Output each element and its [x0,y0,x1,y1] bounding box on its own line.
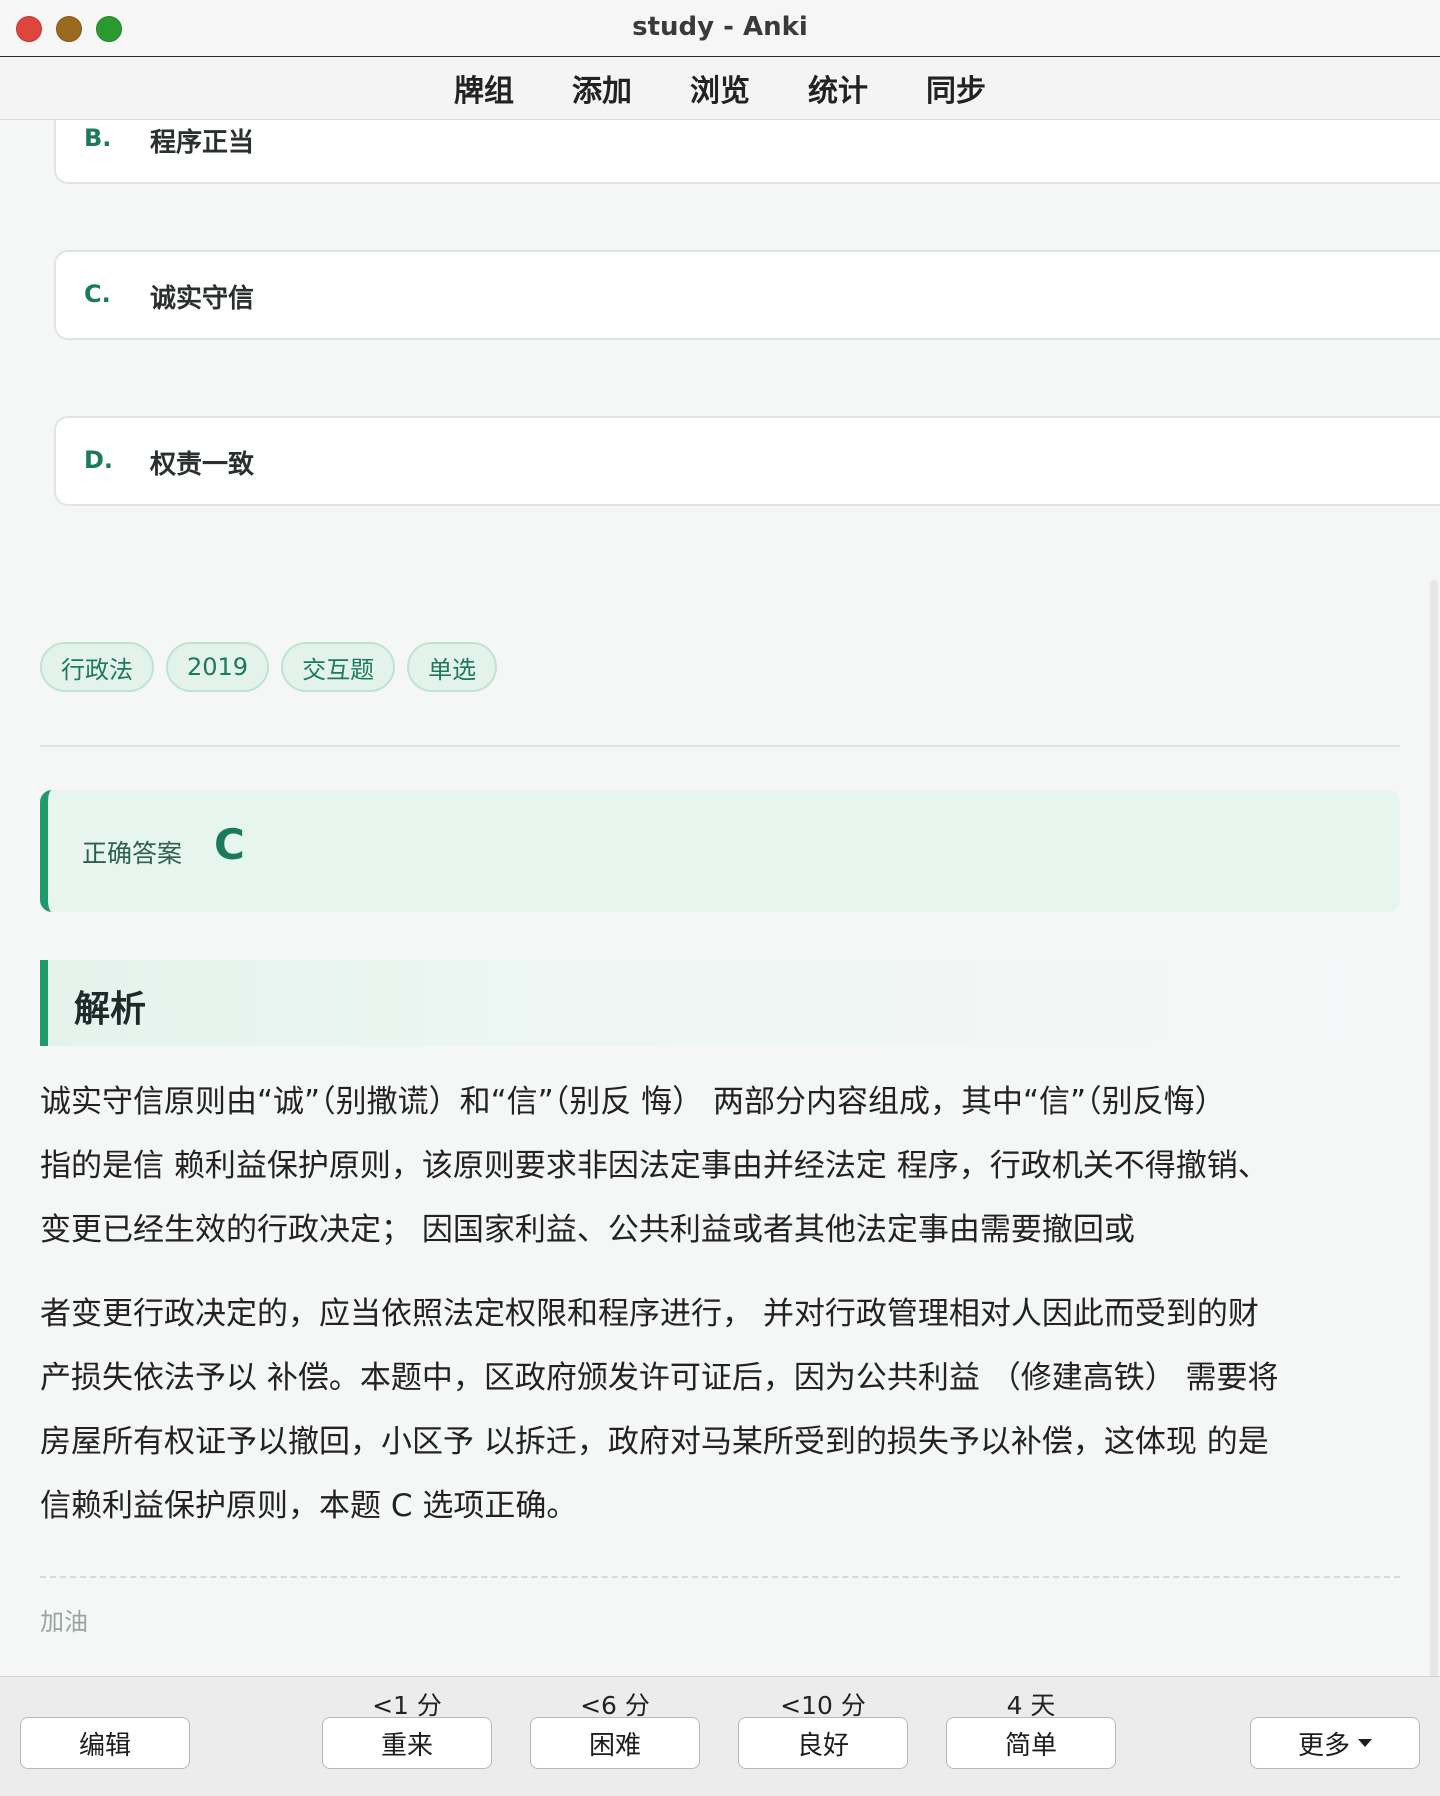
analysis-line: 指的是信 赖利益保护原则，该原则要求非因法定事由并经法定 程序，行政机关不得撤销… [40,1148,1269,1184]
analysis-paragraph-1: 诚实守信原则由“诚”（别撒谎）和“信”（别反 悔） 两部分内容组成，其中“信”（… [40,1070,1410,1262]
anki-window: study - Anki 牌组 添加 浏览 统计 同步 B. 程序正当 C. 诚… [0,0,1440,1796]
option-text: 程序正当 [150,128,255,158]
analysis-line: 者变更行政决定的，应当依照法定权限和程序进行， 并对行政管理相对人因此而受到的财 [40,1296,1259,1332]
analysis-header: 解析 [40,960,1400,1046]
option-text: 诚实守信 [150,284,255,314]
analysis-line: 信赖利益保护原则，本题 C 选项正确。 [40,1488,578,1524]
option-letter: D. [84,446,114,474]
more-button[interactable]: 更多 [1250,1717,1420,1769]
analysis-line: 房屋所有权证予以撤回，小区予 以拆迁，政府对马某所受到的损失予以补偿，这体现 的… [40,1424,1269,1460]
edit-button[interactable]: 编辑 [20,1717,190,1769]
toolbar-browse[interactable]: 浏览 [690,66,750,110]
correct-answer-box: 正确答案 C [40,790,1400,912]
analysis-heading: 解析 [74,989,147,1030]
analysis-line: 诚实守信原则由“诚”（别撒谎）和“信”（别反 悔） 两部分内容组成，其中“信”（… [40,1084,1226,1120]
analysis-line: 变更已经生效的行政决定； 因国家利益、公共利益或者其他法定事由需要撤回或 [40,1212,1135,1248]
answer-bar [0,1676,1440,1796]
tag-chip[interactable]: 交互题 [281,642,396,692]
option-d[interactable]: D. 权责一致 [54,416,1440,506]
option-b[interactable]: B. 程序正当 [54,120,1440,184]
analysis-line: 产损失依法予以 补偿。本题中，区政府颁发许可证后，因为公共利益 （修建高铁） 需… [40,1360,1279,1396]
card-content: B. 程序正当 C. 诚实守信 D. 权责一致 行政法 2019 交互题 单选 … [0,120,1440,1676]
tag-chip[interactable]: 单选 [407,642,498,692]
scrollbar[interactable] [1426,120,1440,1760]
option-letter: C. [84,280,111,308]
tag-list: 行政法 2019 交互题 单选 [40,642,498,692]
toolbar-sync[interactable]: 同步 [926,66,986,110]
option-letter: B. [84,124,112,152]
correct-answer-label: 正确答案 [82,839,183,868]
hard-button[interactable]: 困难 [530,1717,700,1769]
scrollbar-thumb[interactable] [1430,580,1438,1760]
main-toolbar: 牌组 添加 浏览 统计 同步 [0,57,1440,120]
correct-answer-value: C [214,820,245,869]
easy-button[interactable]: 简单 [946,1717,1116,1769]
toolbar-decks[interactable]: 牌组 [454,66,514,110]
chevron-down-icon [1358,1739,1372,1747]
window-title: study - Anki [632,12,808,42]
toolbar-stats[interactable]: 统计 [808,66,868,110]
more-label: 更多 [1297,1730,1350,1761]
footer-note: 加油 [40,1608,88,1636]
toolbar-add[interactable]: 添加 [572,66,632,110]
good-button[interactable]: 良好 [738,1717,908,1769]
tag-chip[interactable]: 行政法 [40,642,154,692]
title-bar: study - Anki [0,0,1440,57]
tag-chip[interactable]: 2019 [166,642,270,692]
option-text: 权责一致 [150,450,255,480]
analysis-paragraph-2: 者变更行政决定的，应当依照法定权限和程序进行， 并对行政管理相对人因此而受到的财… [40,1282,1410,1538]
again-button[interactable]: 重来 [322,1717,492,1769]
option-c[interactable]: C. 诚实守信 [54,250,1440,340]
dashed-divider [40,1576,1400,1578]
divider [40,745,1400,747]
